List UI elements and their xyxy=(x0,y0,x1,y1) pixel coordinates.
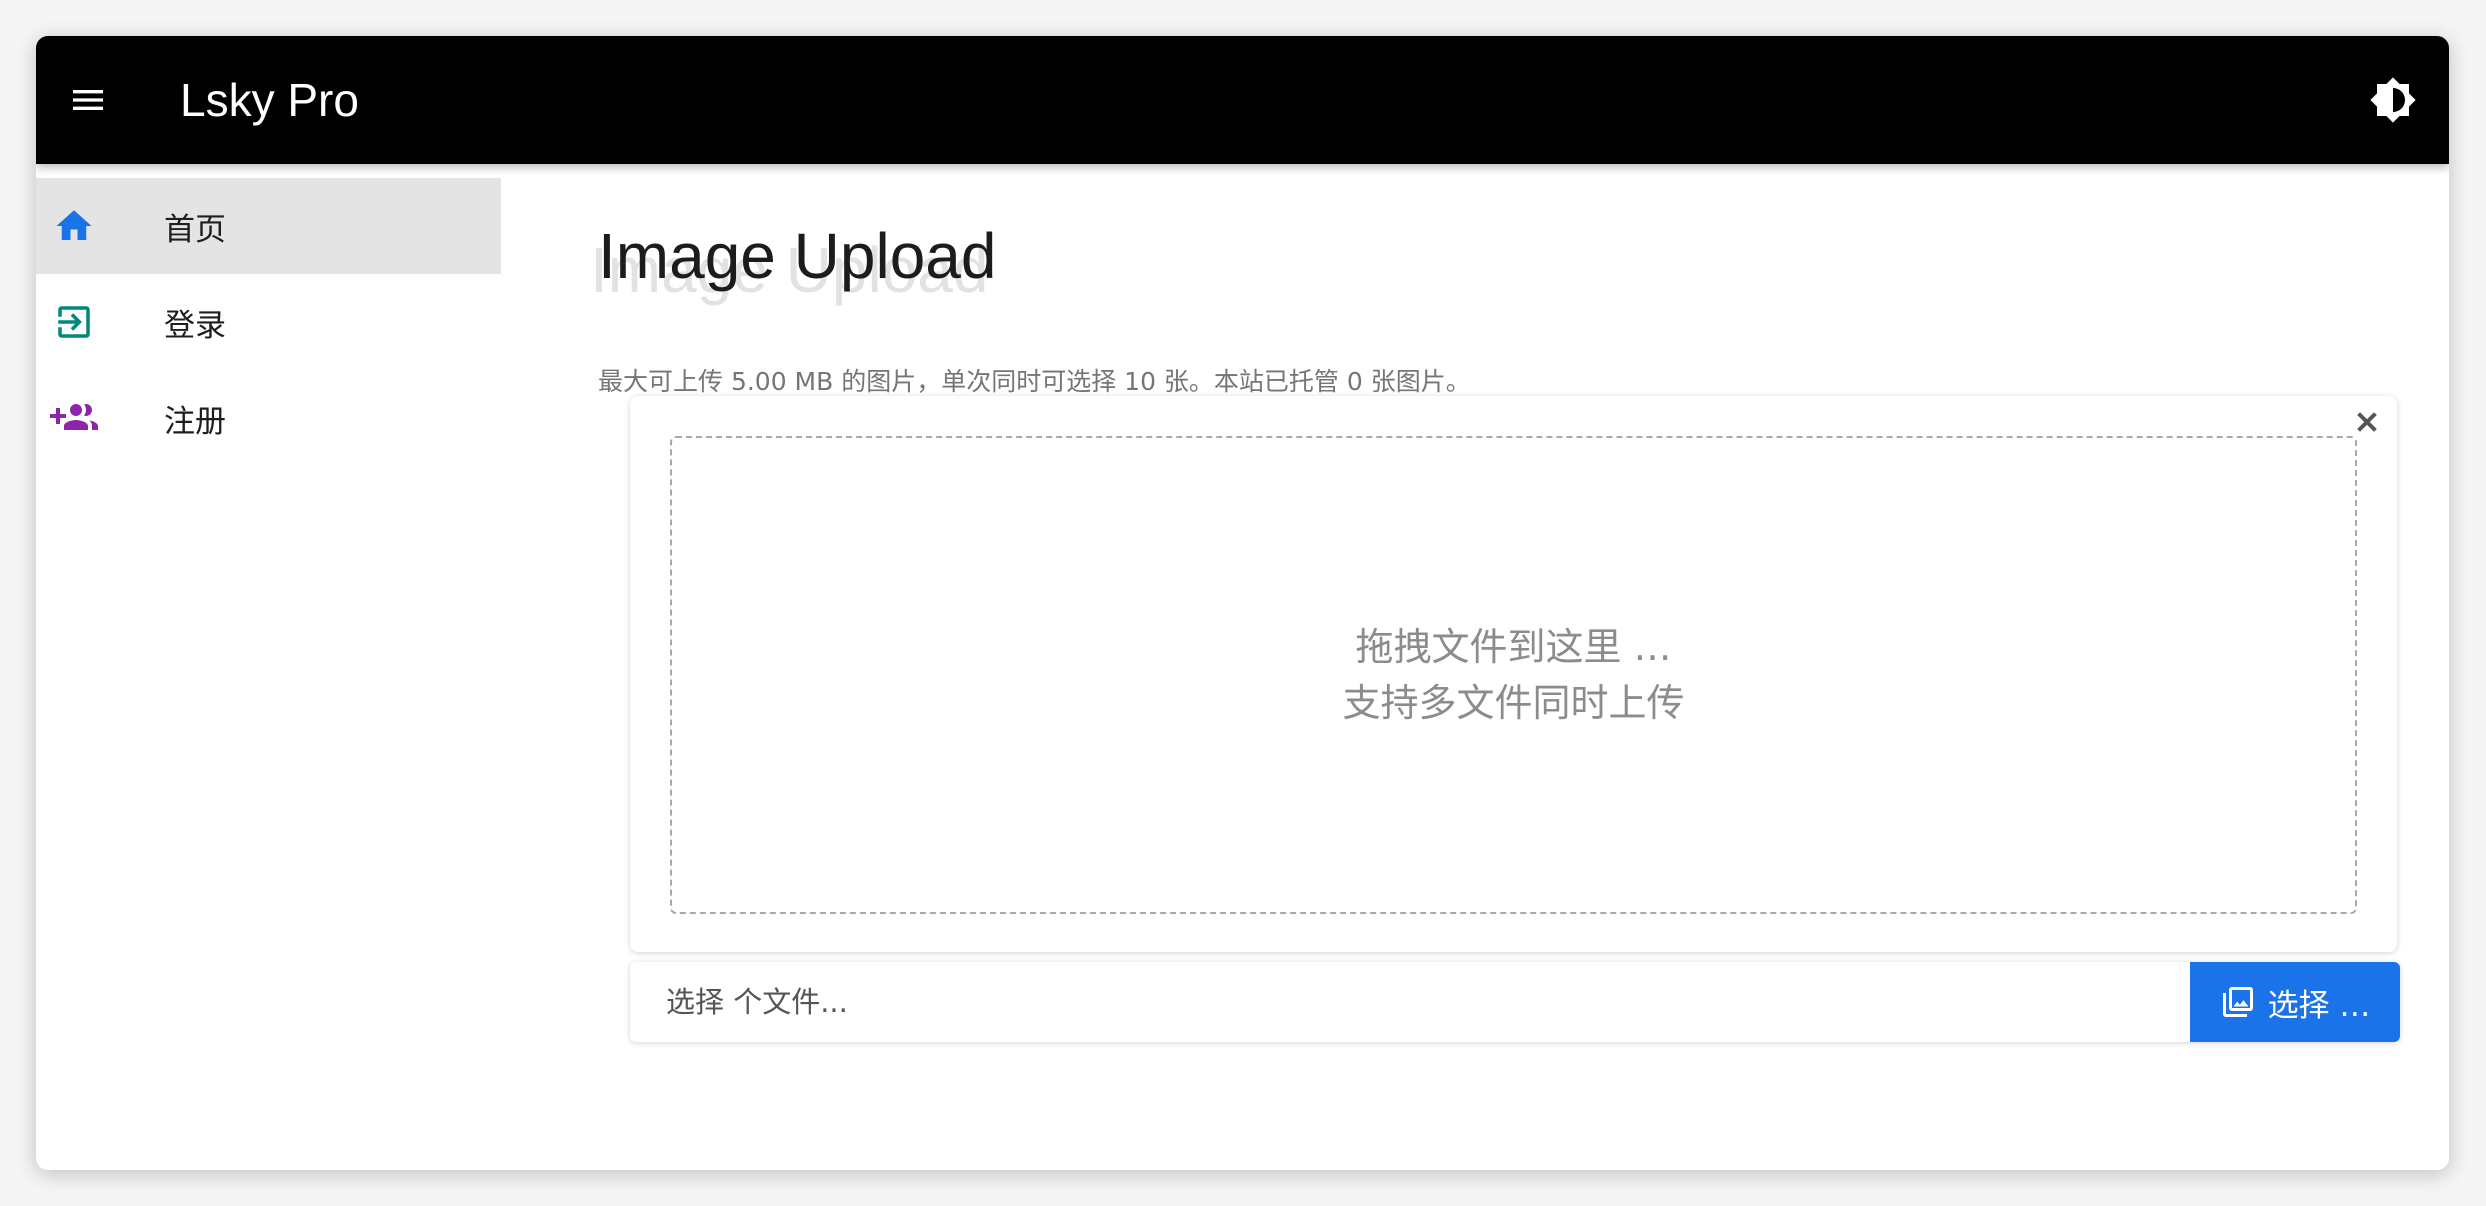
sidebar-item-home[interactable]: 首页 xyxy=(36,178,501,274)
image-gallery-icon xyxy=(2222,987,2253,1017)
close-button[interactable] xyxy=(2349,404,2385,440)
add-user-icon xyxy=(50,394,98,442)
drop-card: 拖拽文件到这里 … 支持多文件同时上传 xyxy=(630,396,2397,952)
drop-hint-text: 拖拽文件到这里 … xyxy=(1355,625,1672,669)
sidebar: 首页 登录 注册 xyxy=(36,178,501,1158)
sidebar-item-label: 注册 xyxy=(164,403,226,440)
drop-multi-hint-text: 支持多文件同时上传 xyxy=(1342,681,1685,725)
sidebar-item-label: 首页 xyxy=(164,211,226,248)
app-bar: Lsky Pro xyxy=(36,36,2449,164)
sidebar-item-register[interactable]: 注册 xyxy=(36,370,501,466)
file-drop-zone[interactable]: 拖拽文件到这里 … 支持多文件同时上传 xyxy=(670,436,2357,914)
app-title[interactable]: Lsky Pro xyxy=(180,70,359,130)
hamburger-menu-icon xyxy=(73,90,103,110)
browser-window: Lsky Pro 首页 登录 注册 Image Upload Image Upl… xyxy=(36,36,2449,1170)
file-input-row: 选择 个文件... 选择 … xyxy=(630,962,2400,1042)
brightness-contrast-icon xyxy=(2370,77,2416,123)
sidebar-item-label: 登录 xyxy=(164,307,226,344)
login-icon xyxy=(50,298,98,346)
home-icon xyxy=(50,202,98,250)
file-caption-field[interactable]: 选择 个文件... xyxy=(666,962,848,1042)
upload-area: 拖拽文件到这里 … 支持多文件同时上传 选择 个文件... 选择 … xyxy=(594,36,2444,1170)
browse-button[interactable]: 选择 … xyxy=(2190,962,2400,1042)
sidebar-item-login[interactable]: 登录 xyxy=(36,274,501,370)
browse-button-label: 选择 … xyxy=(2267,987,2371,1024)
close-icon xyxy=(2357,412,2377,432)
menu-button[interactable] xyxy=(64,76,112,124)
theme-toggle-button[interactable] xyxy=(2365,72,2421,128)
